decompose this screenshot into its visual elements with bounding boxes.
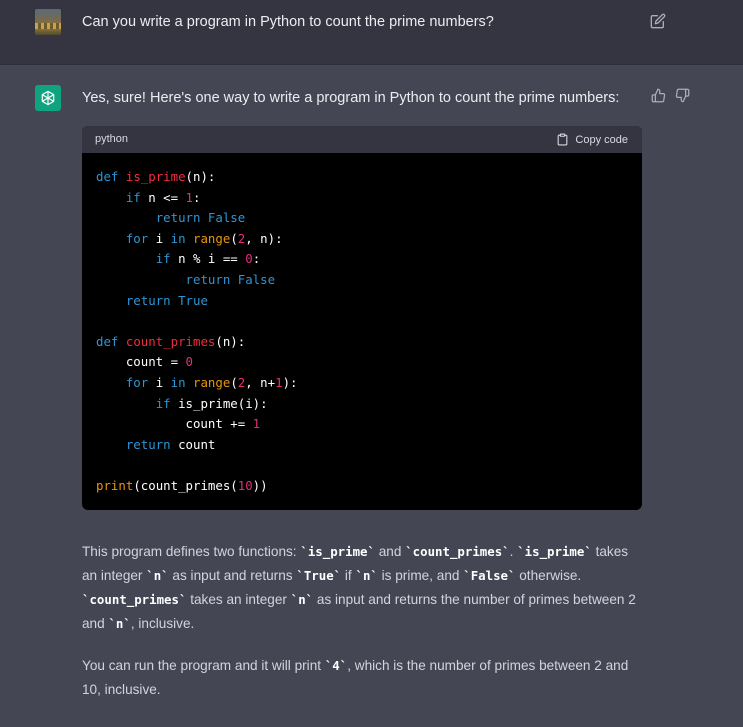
- thumbs-down-icon[interactable]: [675, 88, 690, 103]
- explanation-paragraph-1: This program defines two functions: `is_…: [82, 544, 636, 631]
- code-content: def is_prime(n): if n <= 1: return False…: [82, 153, 642, 497]
- code-line: count = 0: [96, 354, 193, 370]
- code-line: count += 1: [96, 416, 261, 432]
- code-line: def count_primes(n):: [96, 333, 246, 349]
- inline-code: `n`: [146, 568, 169, 583]
- inline-code: `4`: [324, 658, 348, 673]
- code-line: for i in range(2, n):: [125, 230, 283, 246]
- code-line: print(count_primes(10)): [96, 477, 268, 493]
- code-block: python Copy code def is_prime(n): if n <…: [82, 126, 642, 510]
- user-avatar: [35, 9, 61, 35]
- code-line: return False: [185, 271, 276, 287]
- copy-code-button[interactable]: Copy code: [556, 131, 628, 148]
- inline-code: `n`: [290, 592, 314, 607]
- code-line: if n % i == 0:: [155, 251, 261, 267]
- clipboard-icon: [558, 133, 568, 146]
- user-message-text: Can you write a program in Python to cou…: [82, 14, 494, 30]
- assistant-intro-text: Yes, sure! Here's one way to write a pro…: [82, 90, 620, 106]
- code-line: if is_prime(i):: [155, 395, 268, 411]
- inline-code: `n`: [108, 616, 131, 631]
- explanation-paragraph-2: You can run the program and it will prin…: [82, 658, 629, 697]
- user-message-row: Can you write a program in Python to cou…: [0, 0, 743, 65]
- code-block-header: python Copy code: [82, 126, 642, 153]
- edit-icon[interactable]: [650, 13, 666, 29]
- openai-logo-icon: [41, 90, 55, 106]
- code-line: return count: [125, 436, 216, 452]
- inline-code: `is_prime`: [517, 544, 592, 559]
- inline-code: `count_primes`: [82, 592, 187, 607]
- inline-code: `n`: [355, 568, 378, 583]
- thumbs-up-icon[interactable]: [651, 88, 666, 103]
- inline-code: `count_primes`: [405, 544, 510, 559]
- code-line: def is_prime(n):: [96, 169, 216, 184]
- assistant-avatar: [35, 85, 61, 111]
- inline-code: `True`: [296, 568, 342, 583]
- inline-code: `False`: [463, 568, 516, 583]
- code-line: return False: [155, 210, 246, 226]
- code-line: if n <= 1:: [125, 189, 201, 205]
- code-line: for i in range(2, n+1):: [125, 374, 298, 390]
- code-line: return True: [125, 292, 208, 308]
- inline-code: `is_prime`: [300, 544, 375, 559]
- code-language-label: python: [95, 133, 129, 145]
- copy-code-label: Copy code: [575, 133, 628, 146]
